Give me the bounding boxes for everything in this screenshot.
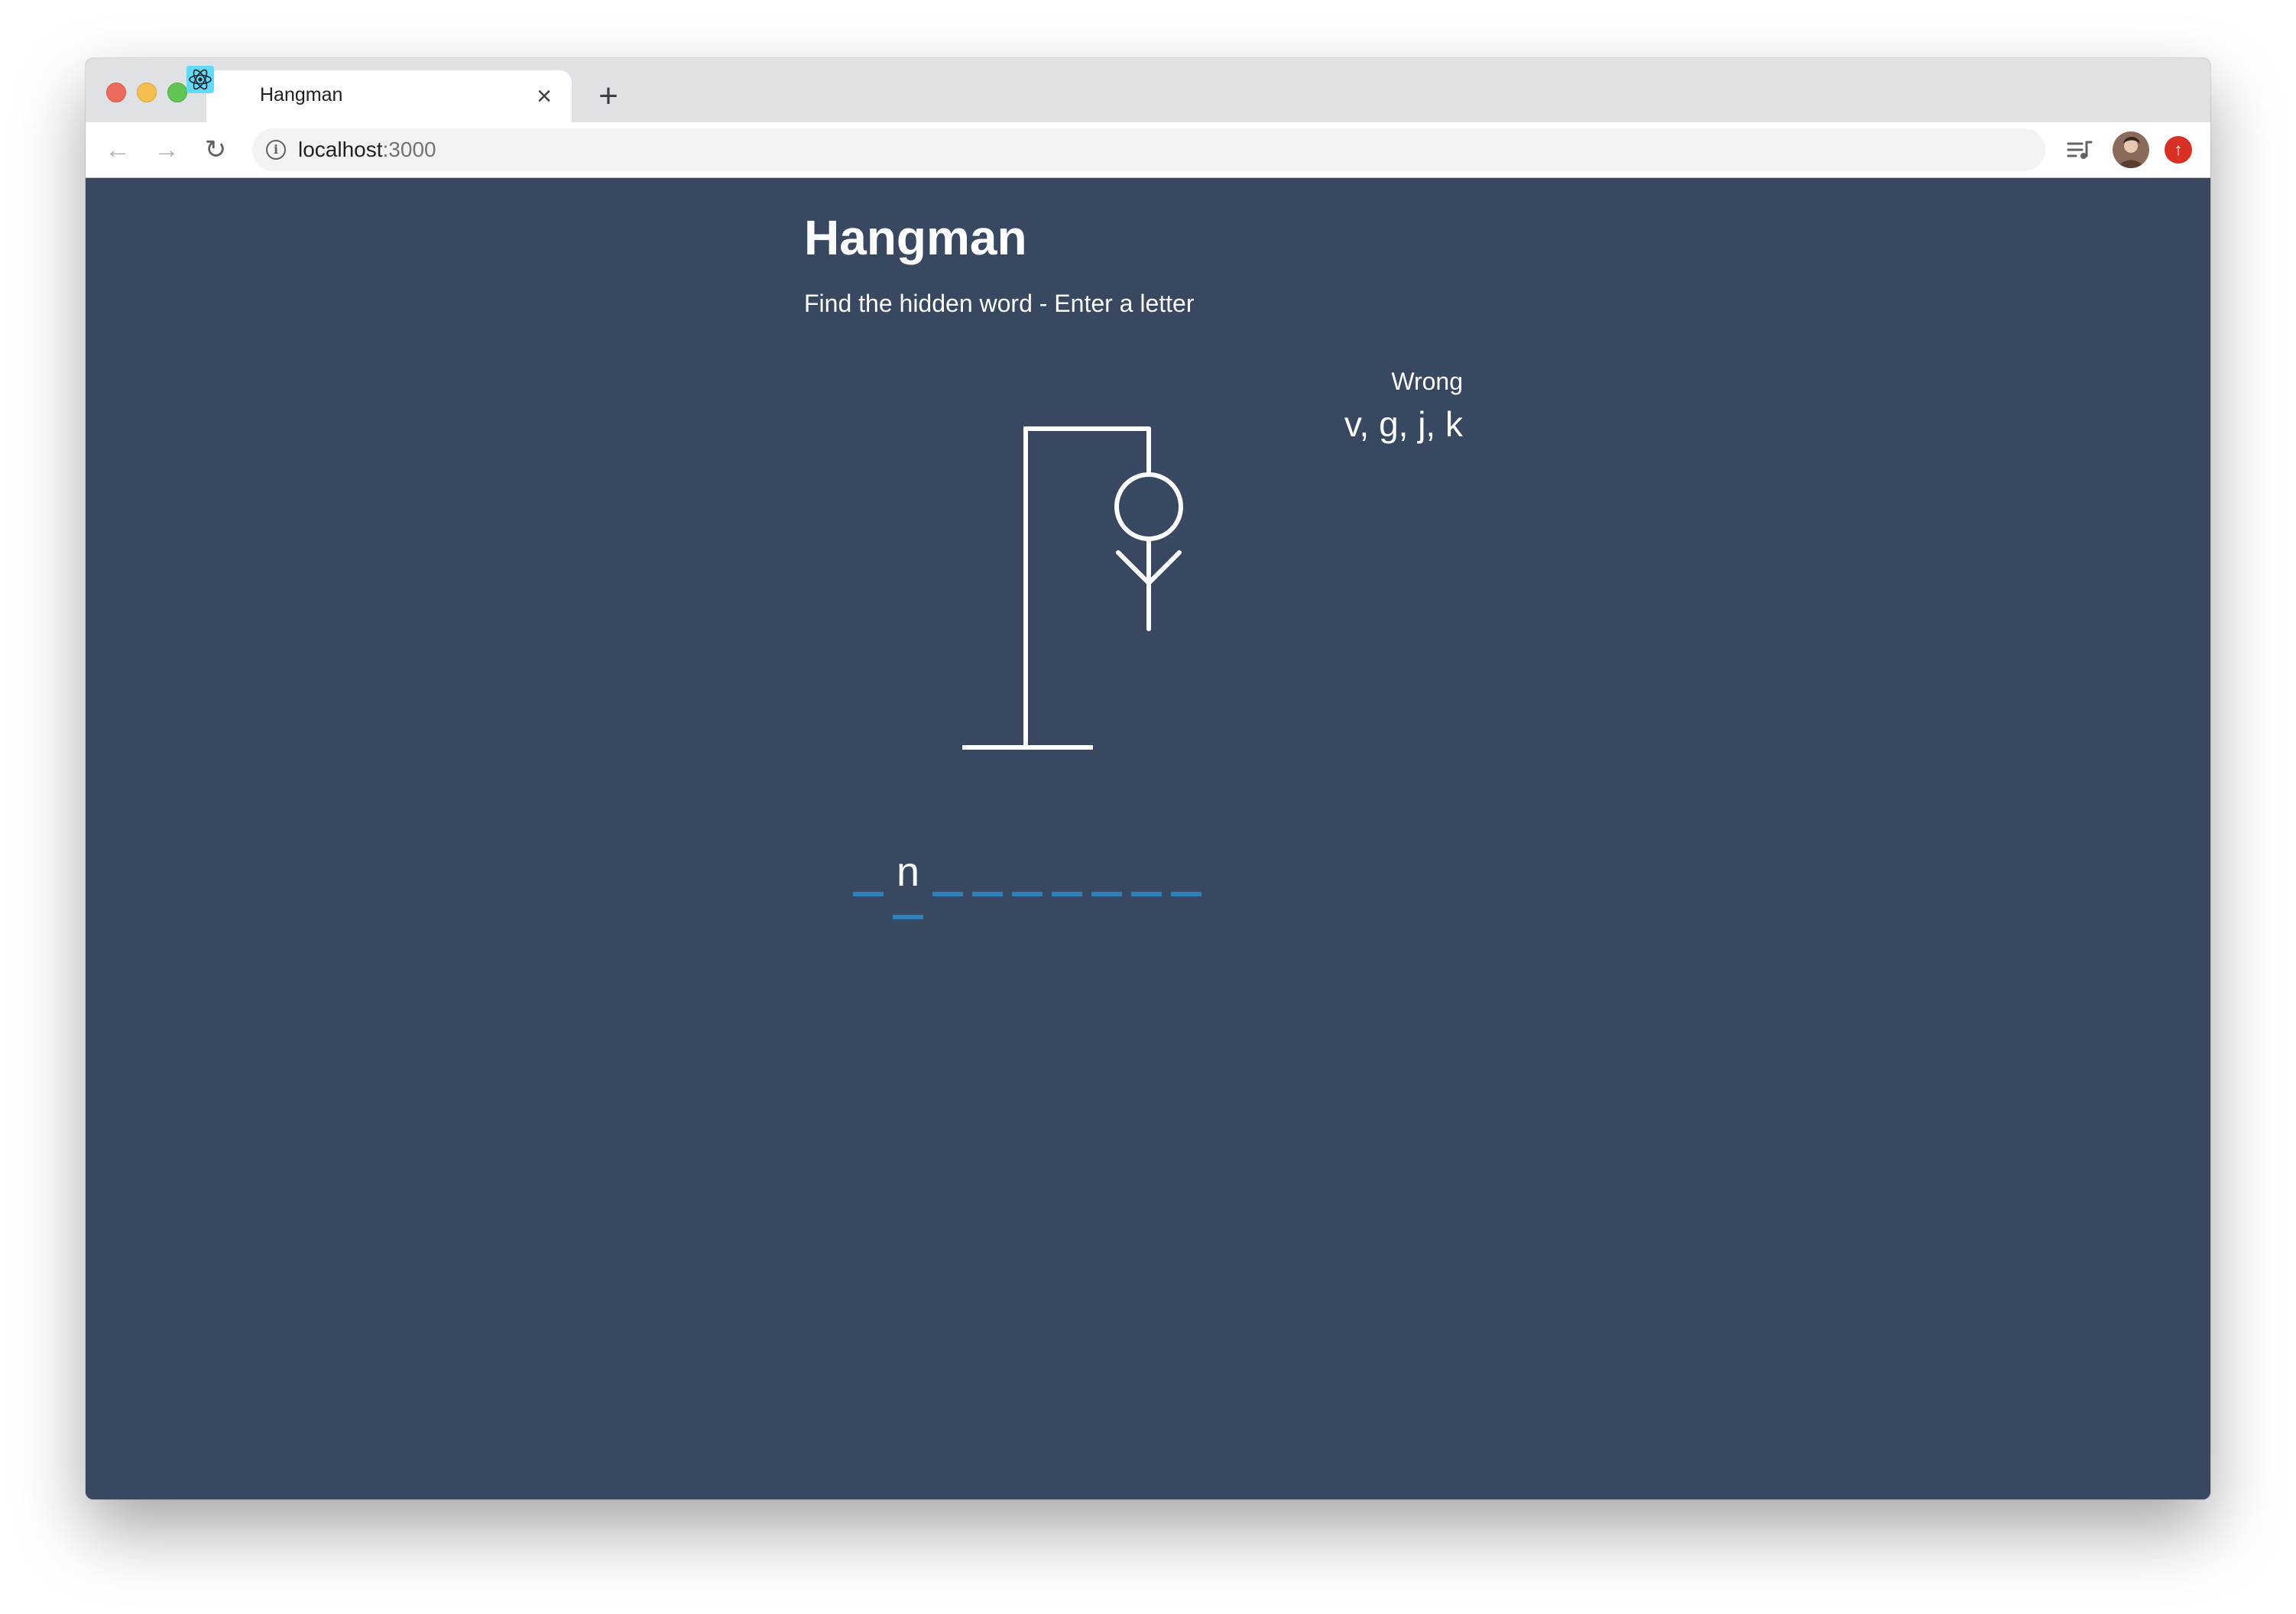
word-letter-slot — [1171, 851, 1202, 896]
wrong-letters-panel: Wrong v, g, j, k — [1344, 366, 1463, 447]
close-window-button[interactable] — [106, 83, 126, 102]
url-port: :3000 — [382, 138, 436, 161]
maximize-window-button[interactable] — [167, 83, 187, 102]
word-letter-slot — [1012, 851, 1043, 896]
word-letter-slot — [853, 851, 884, 896]
update-icon[interactable]: ↑ — [2165, 136, 2192, 164]
tab-title: Hangman — [260, 84, 343, 105]
wrong-letters: v, g, j, k — [1344, 404, 1463, 444]
back-button[interactable]: ← — [102, 134, 133, 165]
hangman-left-arm — [1116, 550, 1151, 585]
tab-close-icon[interactable]: × — [532, 83, 556, 109]
word-letter-slot: n — [893, 851, 923, 919]
profile-avatar[interactable] — [2113, 131, 2149, 168]
wrong-label: Wrong — [1391, 368, 1463, 395]
forward-button[interactable]: → — [151, 134, 182, 165]
hidden-word: n — [853, 851, 1202, 919]
browser-window: Hangman × + ← → ↻ i localhost:3000 ☆ — [86, 58, 2210, 1499]
react-logo-icon — [186, 66, 214, 93]
new-tab-button[interactable]: + — [593, 79, 624, 113]
hangman-right-arm — [1146, 550, 1182, 585]
media-queue-icon[interactable] — [2064, 134, 2094, 165]
browser-toolbar: ← → ↻ i localhost:3000 ☆ — [86, 122, 2210, 178]
word-letter-slot — [1052, 851, 1082, 896]
url-text[interactable]: localhost:3000 — [298, 138, 436, 161]
address-bar[interactable]: i localhost:3000 ☆ — [252, 128, 2187, 171]
page-title: Hangman — [804, 210, 1027, 265]
page-content: Hangman Find the hidden word - Enter a l… — [86, 178, 2210, 1499]
url-host: localhost — [298, 138, 383, 161]
reload-button[interactable]: ↻ — [200, 134, 231, 165]
word-letter-slot — [1091, 851, 1122, 896]
minimize-window-button[interactable] — [137, 83, 157, 102]
tab-hangman[interactable]: Hangman × — [186, 66, 572, 122]
hangman-drawing — [1023, 426, 1183, 631]
page-subtitle: Find the hidden word - Enter a letter — [804, 290, 1195, 317]
info-icon[interactable]: i — [266, 140, 286, 160]
update-glyph: ↑ — [2174, 140, 2183, 159]
word-letter-slot — [932, 851, 963, 896]
hangman-head — [1114, 472, 1183, 541]
word-letter-slot — [972, 851, 1003, 896]
tab-strip: Hangman × + — [86, 58, 2210, 122]
word-letter-slot — [1131, 851, 1162, 896]
